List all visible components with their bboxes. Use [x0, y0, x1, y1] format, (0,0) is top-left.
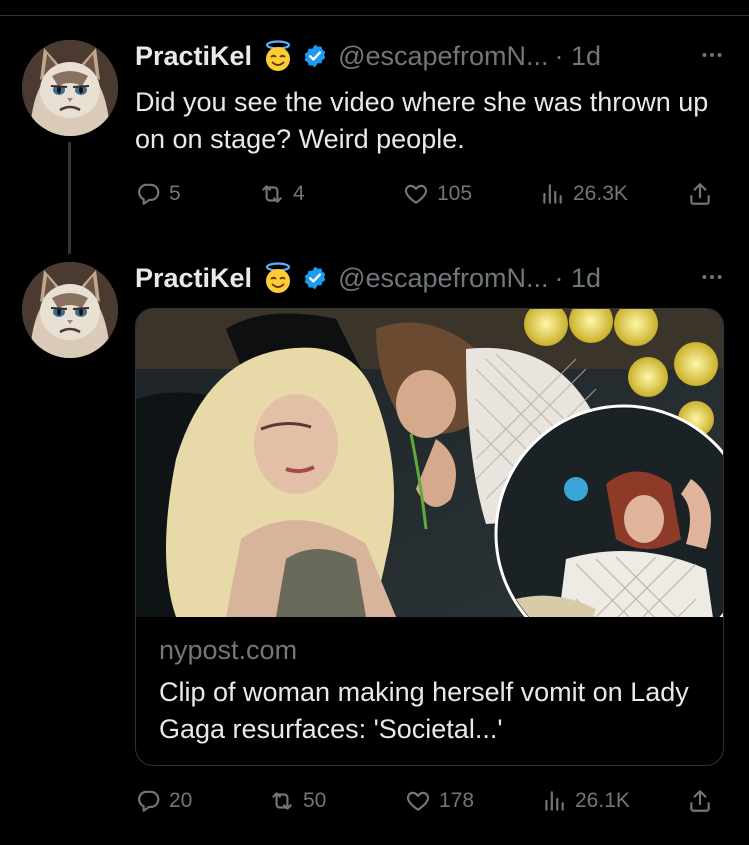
reply-icon — [138, 790, 160, 812]
views-icon — [543, 184, 562, 204]
views-icon — [545, 791, 564, 811]
retweet-button[interactable]: 4 — [259, 181, 305, 207]
avatar[interactable] — [22, 40, 118, 136]
author-name[interactable]: PractiKel — [135, 263, 252, 294]
retweet-icon — [262, 185, 282, 203]
more-icon — [702, 275, 722, 279]
views-button[interactable]: 26.3K — [539, 181, 628, 207]
like-count: 105 — [437, 182, 473, 205]
more-button[interactable] — [697, 40, 727, 70]
author-name[interactable]: PractiKel — [135, 41, 252, 72]
tweet-text: Did you see the video where she was thro… — [135, 87, 709, 154]
reply-count: 20 — [169, 789, 193, 812]
author-handle[interactable]: @escapefromN... — [338, 263, 548, 294]
retweet-button[interactable]: 50 — [269, 788, 326, 814]
views-count: 26.3K — [573, 182, 628, 205]
share-button[interactable] — [687, 788, 713, 814]
heart-icon — [404, 184, 428, 204]
more-button[interactable] — [697, 262, 727, 292]
heart-icon — [406, 791, 430, 811]
like-button[interactable]: 178 — [405, 788, 474, 814]
concert-photo-image — [136, 309, 723, 617]
share-icon — [690, 183, 710, 205]
reply-icon — [138, 183, 160, 205]
views-count: 26.1K — [575, 789, 630, 812]
top-divider — [0, 15, 749, 16]
views-button[interactable]: 26.1K — [541, 788, 630, 814]
share-button[interactable] — [687, 181, 713, 207]
reply-button[interactable]: 20 — [135, 788, 192, 814]
author-handle[interactable]: @escapefromN... — [338, 41, 548, 72]
retweet-icon — [272, 792, 292, 810]
avatar[interactable] — [22, 262, 118, 358]
card-title: Clip of woman making herself vomit on La… — [159, 677, 689, 744]
reply-count: 5 — [169, 182, 181, 205]
verified-badge-icon — [304, 44, 326, 68]
grumpy-cat-avatar-icon — [22, 262, 118, 358]
tweet-time[interactable]: · 1d — [555, 263, 602, 294]
grumpy-cat-avatar-icon — [22, 40, 118, 136]
tweet-time[interactable]: · 1d — [555, 41, 602, 72]
like-button[interactable]: 105 — [403, 181, 472, 207]
card-domain: nypost.com — [159, 635, 298, 665]
angel-emoji-icon — [265, 262, 291, 293]
link-card[interactable]: nypost.com Clip of woman making herself … — [135, 308, 724, 766]
reply-button[interactable]: 5 — [135, 181, 181, 207]
angel-emoji-icon — [265, 40, 291, 71]
retweet-count: 50 — [303, 789, 327, 812]
thread-connector — [68, 142, 71, 254]
more-icon — [702, 53, 722, 57]
card-image[interactable] — [136, 309, 723, 617]
share-icon — [690, 790, 710, 812]
tweet-header: PractiKel @escapefromN... · 1d — [135, 262, 601, 294]
like-count: 178 — [439, 789, 475, 812]
tweet-header: PractiKel @escapefromN... · 1d — [135, 40, 601, 72]
verified-badge-icon — [304, 266, 326, 290]
retweet-count: 4 — [293, 182, 305, 205]
